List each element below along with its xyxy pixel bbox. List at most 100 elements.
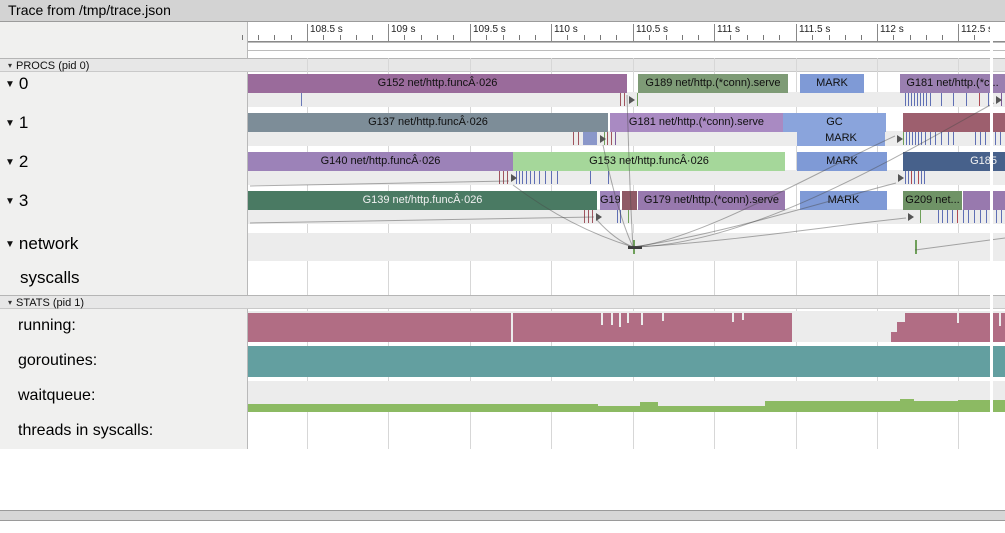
trace-slice[interactable]: G153 net/http.funcÂ·026 (513, 152, 785, 171)
timeline-ruler[interactable]: 108.5 s 109 s 109.5 s 110 s 110.5 s 111 s 111.… (241, 22, 1005, 42)
collapse-triangle-icon[interactable]: ▼ (5, 157, 15, 168)
trace-slice[interactable] (622, 191, 637, 210)
event-tick (980, 210, 981, 223)
event-tick (930, 132, 931, 145)
event-tick (503, 171, 504, 184)
sidebar-item-stat: goroutines: (18, 352, 98, 369)
bottom-scrollbar[interactable] (0, 510, 1005, 521)
trace-viewer-window: Trace from /tmp/trace.json 108.5 s 109 s1… (0, 0, 1005, 533)
procs-section-header[interactable]: ▾ PROCS (pid 0) (0, 58, 1005, 72)
trace-slice[interactable]: G152 net/http.funcÂ·026 (248, 74, 627, 93)
proc-lane2-bg (248, 209, 1005, 224)
proc-lane2-bg (248, 131, 1005, 146)
collapse-triangle-icon[interactable]: ▼ (5, 118, 15, 129)
event-tick (914, 171, 915, 184)
stat-series-segment (958, 400, 1005, 412)
collapse-triangle-icon[interactable]: ▾ (8, 298, 12, 307)
sidebar-item-stat: running: (18, 317, 76, 334)
page-title: Trace from /tmp/trace.json (8, 2, 171, 18)
sidebar-item-stat: threads in syscalls: (18, 422, 154, 439)
event-tick (921, 171, 922, 184)
event-tick (926, 93, 927, 106)
flow-arrowhead-icon (629, 96, 635, 104)
proc-lane2-bg (248, 92, 1005, 107)
trace-slice[interactable]: G19 (600, 191, 620, 210)
stat-series-gap (732, 313, 734, 322)
ruler-minor-tick (779, 35, 781, 40)
collapse-triangle-icon[interactable]: ▾ (8, 61, 12, 70)
trace-slice[interactable]: MARK (800, 74, 864, 93)
flow-arrowhead-icon (898, 174, 904, 182)
ruler-major-tick (877, 24, 878, 42)
trace-slice[interactable] (963, 191, 1005, 210)
event-tick (545, 171, 546, 184)
flow-arrowhead-icon (600, 135, 606, 143)
event-tick (938, 210, 939, 223)
stat-series-segment (640, 402, 658, 412)
event-tick (588, 210, 589, 223)
event-tick (924, 171, 925, 184)
collapse-triangle-icon[interactable]: ▼ (5, 79, 15, 90)
event-tick (578, 132, 579, 145)
ruler-major-tick (388, 24, 389, 42)
ruler-minor-tick (925, 35, 927, 40)
ruler-tick-label: 110 s (554, 24, 578, 35)
stats-section-header[interactable]: ▾ STATS (pid 1) (0, 295, 1005, 309)
trace-slice[interactable]: G139 net/http.funcÂ·026 (248, 191, 597, 210)
ruler-tick-label: 112 s (880, 24, 904, 35)
ruler-minor-tick (420, 35, 422, 40)
stat-series-segment (248, 313, 792, 342)
proc-row-label: 2 (18, 152, 29, 171)
trace-slice[interactable]: G189 net/http.(*conn).serve (638, 74, 788, 93)
ruler-divider-1 (248, 42, 1005, 43)
ruler-tick-label: 108.5 s (310, 24, 343, 35)
ruler-minor-tick (274, 35, 276, 40)
ruler-major-tick (470, 24, 471, 42)
ruler-major-tick (633, 24, 634, 42)
trace-slice[interactable]: MARK (797, 131, 885, 146)
trace-slice[interactable]: G179 net/http.(*conn).serve (638, 191, 785, 210)
ruler-minor-tick (730, 35, 732, 40)
event-tick (966, 93, 967, 106)
sidebar-item-proc-0[interactable]: ▼ 0 (0, 74, 246, 94)
trace-slice[interactable]: G137 net/http.funcÂ·026 (248, 113, 608, 132)
trace-slice[interactable]: MARK (797, 152, 887, 171)
event-tick (637, 93, 638, 106)
sidebar-item-proc-1[interactable]: ▼ 1 (0, 113, 246, 133)
collapse-triangle-icon[interactable]: ▼ (5, 196, 15, 207)
trace-slice[interactable]: MARK (800, 191, 887, 210)
ruler-minor-tick (518, 35, 520, 40)
ruler-minor-tick (909, 35, 911, 40)
trace-slice[interactable]: G209 net... (903, 191, 962, 210)
stat-series-segment (900, 399, 914, 412)
sidebar-item-proc-2[interactable]: ▼ 2 (0, 152, 246, 172)
event-tick (909, 132, 910, 145)
event-tick (1001, 210, 1002, 223)
sidebar-item-network[interactable]: ▼ network (0, 234, 246, 254)
sidebar-item-syscalls[interactable]: syscalls (0, 268, 246, 288)
ruler-minor-tick (339, 35, 341, 40)
ruler-minor-tick (453, 35, 455, 40)
proc-row-label: 3 (18, 191, 29, 210)
trace-slice[interactable]: GC (783, 113, 886, 132)
event-tick (986, 210, 987, 223)
event-tick (607, 132, 608, 145)
collapse-triangle-icon[interactable]: ▼ (5, 239, 15, 250)
sidebar-item-proc-3[interactable]: ▼ 3 (0, 191, 246, 211)
event-tick (615, 132, 616, 145)
event-tick (906, 132, 907, 145)
ruler-tick-label: 112.5 s (961, 24, 994, 35)
event-tick (908, 171, 909, 184)
proc-row-label: 0 (18, 74, 29, 93)
event-tick (507, 171, 508, 184)
ruler-minor-tick (583, 35, 585, 40)
event-tick (925, 132, 926, 145)
stat-series-segment (598, 406, 765, 412)
trace-slice[interactable]: G140 net/http.funcÂ·026 (248, 152, 513, 171)
proc-row-label: 1 (18, 113, 29, 132)
event-tick (573, 132, 574, 145)
event-tick (968, 210, 969, 223)
event-tick (935, 132, 936, 145)
event-tick (592, 210, 593, 223)
trace-slice[interactable]: G181 net/http.(*conn).serve (610, 113, 783, 132)
